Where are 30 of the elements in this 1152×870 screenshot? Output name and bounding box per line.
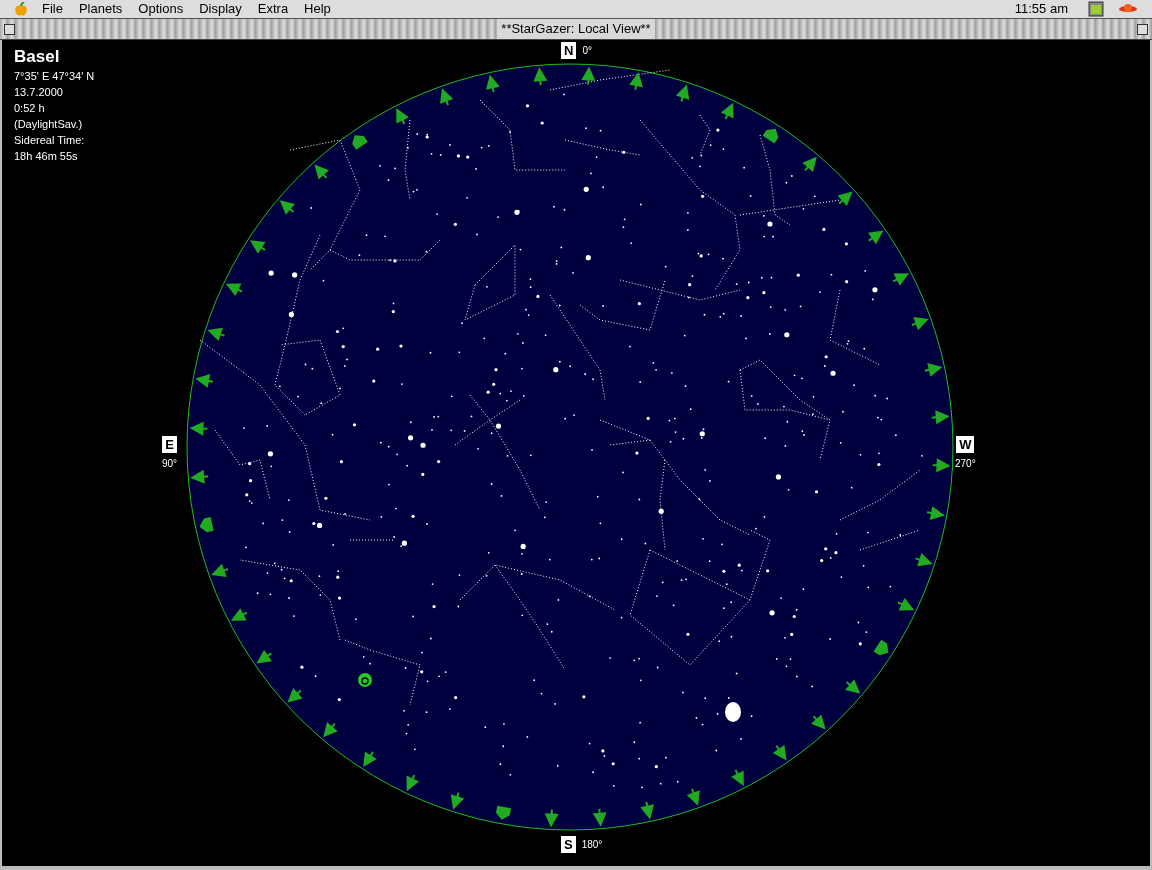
menu-item[interactable]: Options: [138, 0, 184, 19]
compass-degrees: 270°: [955, 459, 976, 469]
compass-degrees: 180°: [581, 839, 603, 850]
compass-letter: S: [561, 836, 576, 853]
menu-item[interactable]: File: [42, 0, 63, 19]
planet-marker-icon: [358, 673, 372, 687]
compass-degrees: 0°: [582, 45, 592, 56]
menu-item[interactable]: Display: [199, 0, 242, 19]
location-name: Basel: [14, 46, 61, 68]
compass-letter: N: [561, 42, 577, 59]
location-info: 0:52 h: [14, 101, 46, 116]
location-info: (DaylightSav.): [14, 117, 84, 132]
location-info: Sidereal Time:: [14, 133, 86, 148]
compass-letter: W: [956, 436, 975, 453]
collapse-box[interactable]: [1137, 23, 1148, 35]
moon-icon: [725, 702, 741, 722]
location-info: 18h 46m 55s: [14, 149, 79, 164]
menu-item[interactable]: Extra: [257, 0, 289, 19]
location-info: 7°35' E 47°34' N: [14, 69, 95, 84]
location-info: 13.7.2000: [14, 85, 64, 100]
menu-item[interactable]: Planets: [78, 0, 123, 19]
compass-letter: E: [162, 436, 177, 453]
planet-icon[interactable]: [1118, 3, 1138, 15]
apple-icon[interactable]: [14, 1, 28, 17]
calculator-icon[interactable]: [1088, 1, 1104, 17]
menu-clock: 11:55 am: [1014, 0, 1068, 19]
window-title: **StarGazer: Local View**: [497, 19, 655, 39]
close-box[interactable]: [4, 23, 15, 35]
compass-degrees: 90°: [162, 459, 178, 469]
menu-item[interactable]: Help: [304, 0, 331, 19]
